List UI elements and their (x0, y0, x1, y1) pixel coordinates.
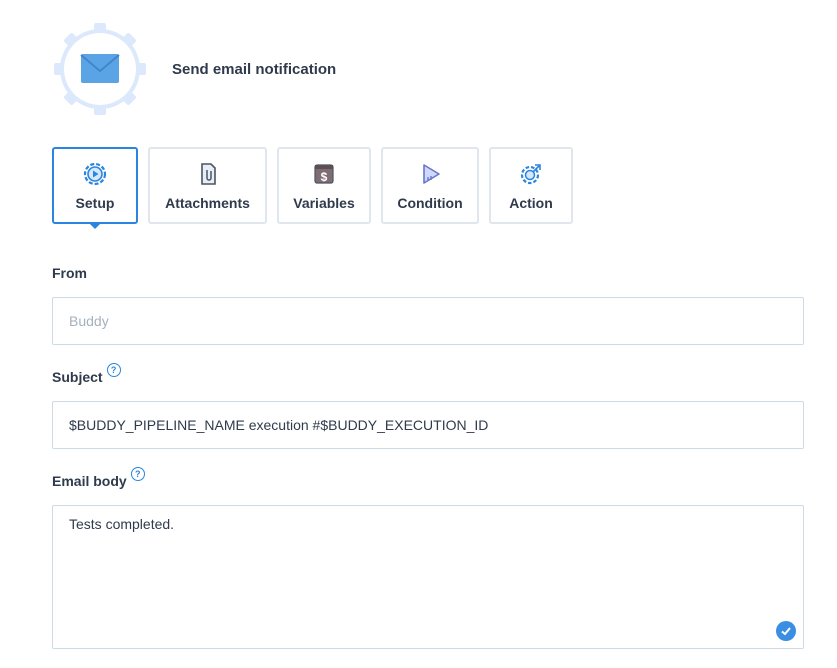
tab-variables[interactable]: $ Variables (277, 147, 371, 224)
action-title: Send email notification (172, 60, 337, 78)
subject-label-text: Subject (52, 369, 103, 385)
help-icon[interactable]: ? (106, 363, 121, 377)
email-body-label: Email body ? (52, 467, 145, 489)
tab-attachments[interactable]: Attachments (148, 147, 267, 224)
tab-variables-label: Variables (293, 195, 355, 211)
help-icon[interactable]: ? (130, 467, 145, 481)
tab-condition-label: Condition (397, 195, 463, 211)
email-body-value: Tests completed. (69, 516, 175, 532)
gear-icon (54, 23, 146, 115)
email-body-label-text: Email body (52, 473, 127, 489)
svg-text:$: $ (321, 170, 328, 184)
envelope-icon (80, 54, 120, 83)
tab-setup-label: Setup (75, 195, 115, 211)
from-label: From (52, 265, 87, 281)
setup-play-gear-icon (82, 161, 108, 187)
condition-play-icon (417, 161, 443, 187)
from-field[interactable]: Buddy (52, 297, 804, 345)
dollar-icon: $ (311, 161, 337, 187)
email-body-textarea[interactable]: Tests completed. (52, 505, 804, 649)
from-label-text: From (52, 265, 87, 281)
subject-label: Subject ? (52, 363, 121, 385)
tab-condition[interactable]: Condition (381, 147, 479, 224)
checkmark-icon[interactable] (776, 621, 796, 641)
action-header: Send email notification (52, 22, 336, 116)
tab-action[interactable]: Action (489, 147, 573, 224)
tab-attachments-label: Attachments (165, 195, 250, 211)
tab-bar: Setup Attachments $ Variables Condition … (52, 147, 583, 224)
action-gear-badge (52, 21, 148, 117)
from-placeholder: Buddy (69, 313, 109, 329)
subject-field[interactable]: $BUDDY_PIPELINE_NAME execution #$BUDDY_E… (52, 401, 804, 449)
tab-setup[interactable]: Setup (52, 147, 138, 224)
subject-value: $BUDDY_PIPELINE_NAME execution #$BUDDY_E… (69, 417, 489, 433)
action-gear-icon (518, 161, 544, 187)
tab-action-label: Action (509, 195, 553, 211)
attachment-file-icon (195, 161, 221, 187)
